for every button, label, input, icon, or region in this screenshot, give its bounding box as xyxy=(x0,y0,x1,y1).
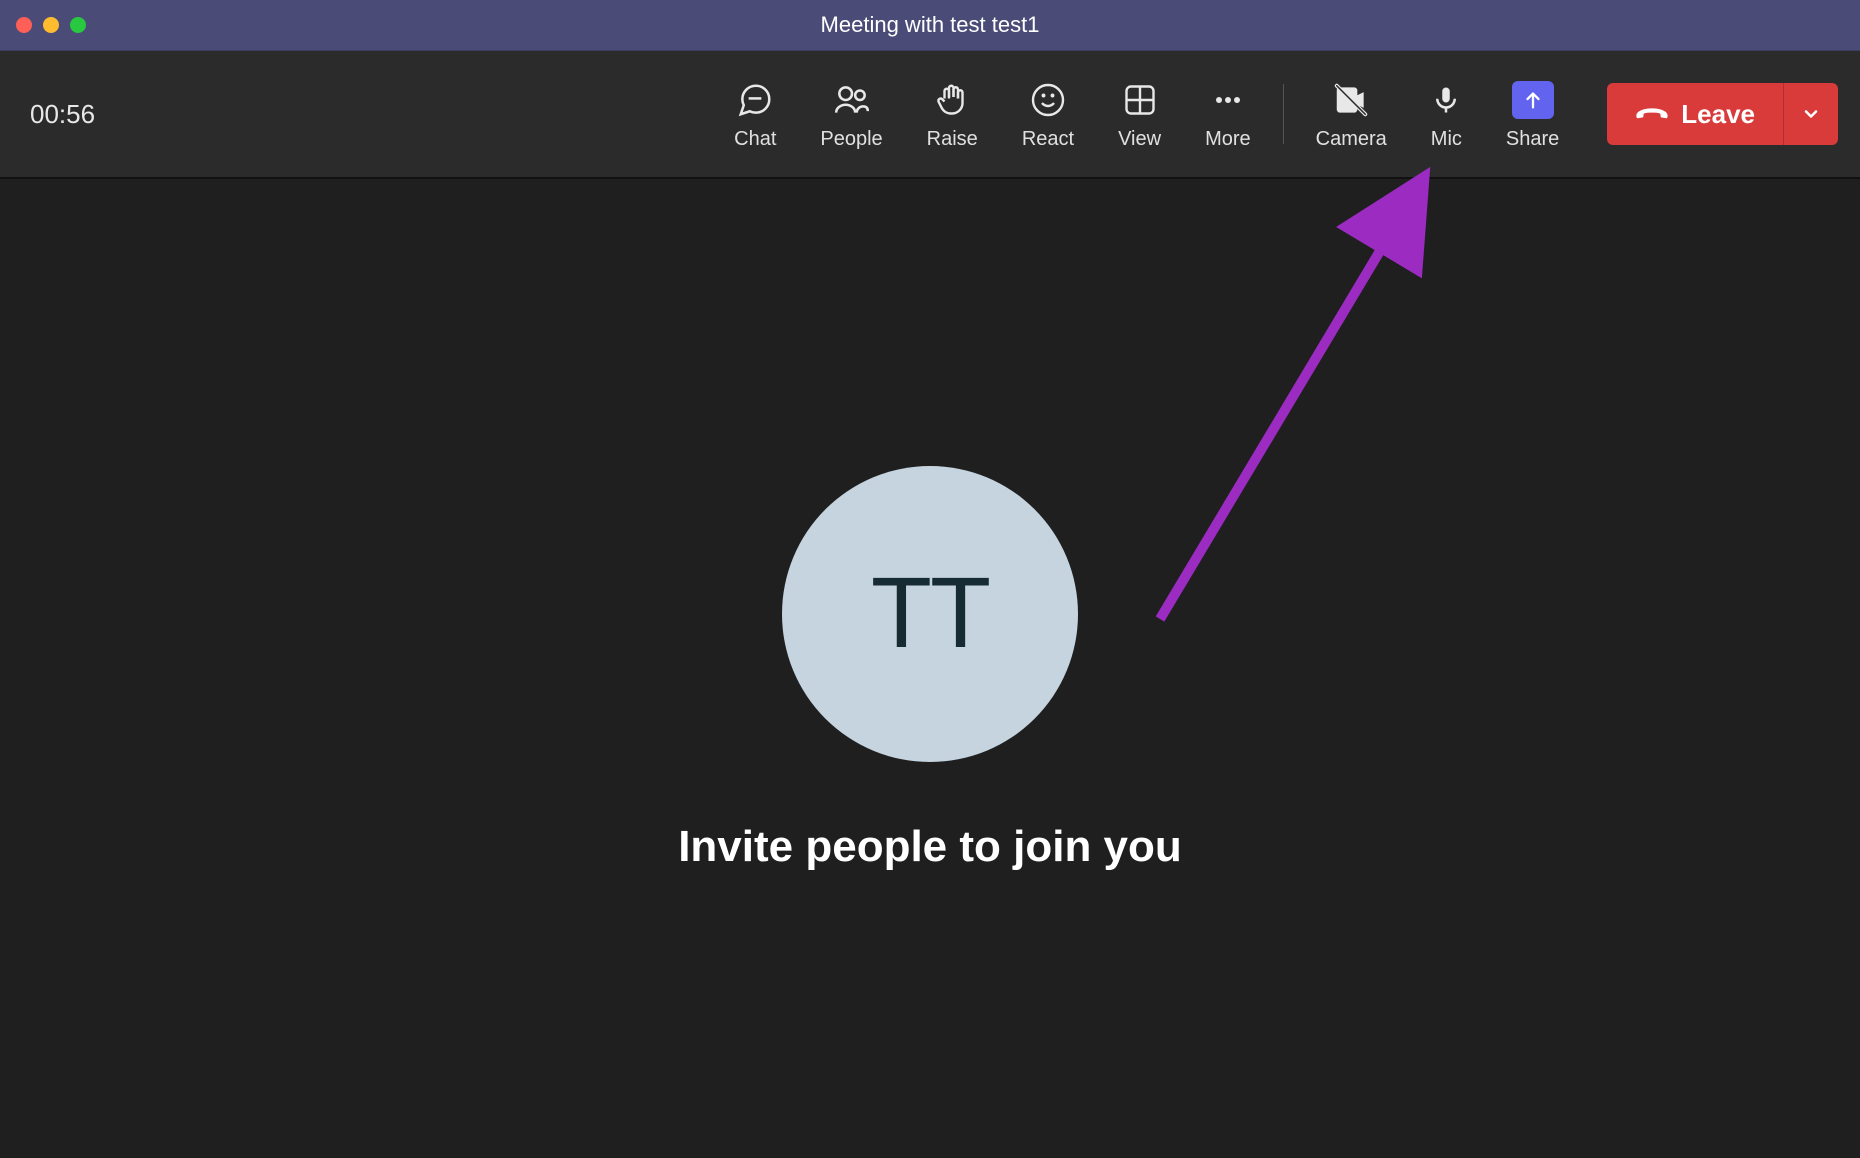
traffic-lights xyxy=(16,17,86,33)
meeting-toolbar: 00:56 Chat People Raise Reac xyxy=(0,51,1860,179)
view-button[interactable]: View xyxy=(1096,51,1183,177)
leave-label: Leave xyxy=(1681,99,1755,130)
chat-button[interactable]: Chat xyxy=(712,51,798,177)
hangup-icon xyxy=(1635,102,1669,126)
maximize-window-button[interactable] xyxy=(70,17,86,33)
mic-icon xyxy=(1431,78,1461,122)
more-label: More xyxy=(1205,128,1251,151)
meeting-timer: 00:56 xyxy=(30,99,95,130)
people-label: People xyxy=(820,128,882,151)
mic-label: Mic xyxy=(1431,128,1462,151)
share-button[interactable]: Share xyxy=(1484,51,1581,177)
react-button[interactable]: React xyxy=(1000,51,1096,177)
avatar-initials: TT xyxy=(871,556,989,671)
leave-button-group: Leave xyxy=(1607,83,1838,145)
toolbar-group-primary: Chat People Raise React xyxy=(712,51,1581,177)
minimize-window-button[interactable] xyxy=(43,17,59,33)
chat-icon xyxy=(735,78,775,122)
leave-button[interactable]: Leave xyxy=(1607,83,1784,145)
share-label: Share xyxy=(1506,128,1559,151)
view-icon xyxy=(1122,78,1158,122)
camera-label: Camera xyxy=(1316,128,1387,151)
view-label: View xyxy=(1118,128,1161,151)
raise-hand-label: Raise xyxy=(927,128,978,151)
window-titlebar: Meeting with test test1 xyxy=(0,0,1860,51)
invite-prompt: Invite people to join you xyxy=(678,822,1182,872)
chat-label: Chat xyxy=(734,128,776,151)
raise-hand-button[interactable]: Raise xyxy=(905,51,1000,177)
react-label: React xyxy=(1022,128,1074,151)
more-button[interactable]: More xyxy=(1183,51,1273,177)
camera-button[interactable]: Camera xyxy=(1294,51,1409,177)
share-icon xyxy=(1512,81,1554,119)
people-button[interactable]: People xyxy=(798,51,904,177)
leave-dropdown-button[interactable] xyxy=(1784,83,1838,145)
mic-button[interactable]: Mic xyxy=(1409,51,1484,177)
more-icon xyxy=(1210,78,1246,122)
camera-off-icon xyxy=(1329,78,1373,122)
toolbar-separator xyxy=(1283,84,1284,144)
participant-avatar: TT xyxy=(782,466,1078,762)
react-icon xyxy=(1030,78,1066,122)
close-window-button[interactable] xyxy=(16,17,32,33)
meeting-stage: TT Invite people to join you xyxy=(0,179,1860,1158)
raise-hand-icon xyxy=(934,78,970,122)
chevron-down-icon xyxy=(1801,104,1821,124)
people-icon xyxy=(831,78,873,122)
window-title: Meeting with test test1 xyxy=(0,12,1860,38)
